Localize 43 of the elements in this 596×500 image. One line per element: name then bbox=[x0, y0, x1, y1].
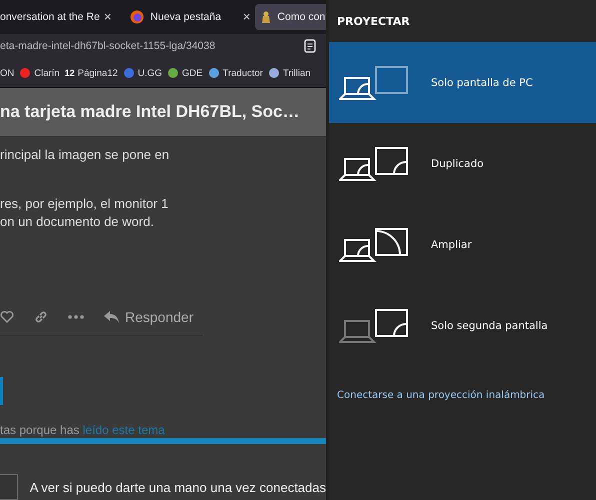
site-icon bbox=[167, 67, 180, 80]
bookmark-item[interactable]: 12 Página12 bbox=[64, 68, 118, 79]
browser-tab[interactable]: Como con bbox=[255, 4, 326, 30]
bookmark-item[interactable]: ON bbox=[0, 68, 14, 79]
notification-text: tas porque has leído este tema bbox=[0, 423, 166, 437]
tab-title: onversation at the Re bbox=[0, 10, 100, 23]
display-mode-icon bbox=[339, 146, 409, 182]
more-icon[interactable] bbox=[68, 315, 84, 319]
close-tab-icon[interactable]: × bbox=[104, 9, 112, 24]
bookmark-item[interactable]: GDE bbox=[167, 67, 203, 80]
browser-logo-icon bbox=[130, 10, 144, 24]
display-mode-icon bbox=[339, 64, 409, 100]
tab-title: Nueva pestaña bbox=[150, 10, 222, 23]
reader-view-icon[interactable] bbox=[304, 39, 316, 54]
browser-tab[interactable]: Nueva pestaña × bbox=[116, 4, 256, 30]
site-icon bbox=[19, 67, 32, 80]
bookmark-item[interactable]: Traductor bbox=[208, 67, 263, 80]
site-icon bbox=[122, 67, 135, 80]
bookmark-item[interactable]: Trillian bbox=[268, 67, 311, 80]
projection-option[interactable]: Ampliar bbox=[329, 204, 596, 285]
site-icon bbox=[268, 67, 280, 80]
reply-text: A ver si puedo darte una mano una vez conectadas bbox=[30, 480, 326, 494]
post-text: on un documento de word. bbox=[0, 213, 155, 231]
topic-title: na tarjeta madre Intel DH67BL, Soc… bbox=[0, 102, 300, 122]
display-mode-icon bbox=[339, 308, 409, 344]
browser-tab[interactable]: onversation at the Re × bbox=[0, 4, 116, 30]
projection-option[interactable]: Solo pantalla de PC bbox=[329, 42, 596, 123]
reply-arrow-icon bbox=[104, 311, 120, 323]
bookmark-item[interactable]: Clarín bbox=[19, 67, 60, 80]
post-text: res, por ejemplo, el monitor 1 bbox=[0, 195, 170, 213]
link-icon[interactable] bbox=[34, 310, 48, 324]
projection-option[interactable]: Solo segunda pantalla bbox=[329, 285, 596, 366]
tab-title: Como con bbox=[277, 10, 326, 23]
display-mode-icon bbox=[339, 226, 409, 262]
bookmark-item[interactable]: U.GG bbox=[122, 67, 162, 80]
heart-icon[interactable] bbox=[0, 310, 14, 324]
wireless-projection-link[interactable]: Conectarse a una proyección inalámbrica bbox=[329, 390, 596, 401]
projection-option[interactable]: Duplicado bbox=[329, 123, 596, 204]
reply-button[interactable]: Responder bbox=[104, 309, 194, 325]
panel-title: PROYECTAR bbox=[336, 14, 411, 30]
post-text: rincipal la imagen se pone en bbox=[0, 146, 170, 164]
close-tab-icon[interactable]: × bbox=[242, 9, 250, 24]
site-icon bbox=[208, 67, 220, 80]
